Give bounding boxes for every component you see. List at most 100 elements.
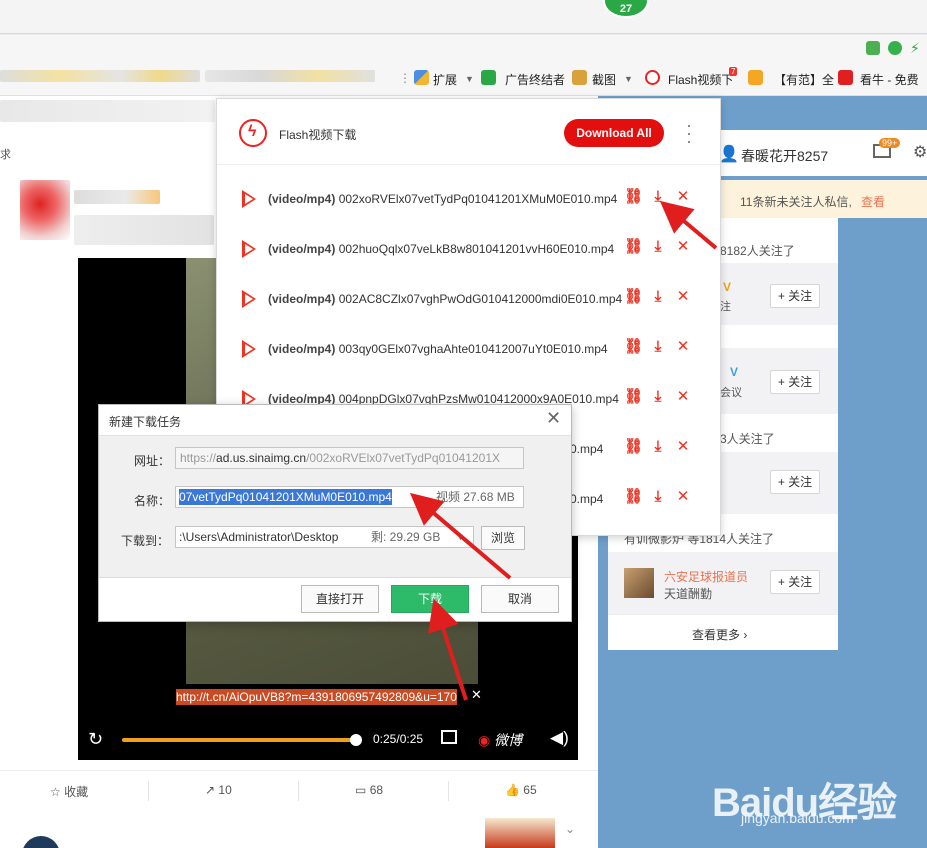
video-url-link[interactable]: http://t.cn/AiOpuVB8?m=4391806957492809&… [176, 689, 457, 705]
screen-icon[interactable] [866, 41, 880, 55]
download-button[interactable]: 下载 [391, 585, 469, 613]
play-icon[interactable] [242, 240, 256, 258]
progress-bar[interactable] [122, 738, 356, 742]
comment-button[interactable]: ▭ 68 [355, 783, 383, 797]
flash-logo-icon: ϟ [239, 119, 267, 147]
close-icon[interactable]: ✕ [674, 188, 692, 206]
follow-button[interactable]: + 关注 [770, 284, 820, 308]
chevron-down-icon[interactable]: ⌄ [565, 822, 575, 836]
comment-count: 68 [369, 783, 384, 797]
cancel-button[interactable]: 取消 [481, 585, 559, 613]
follow-line: 3人关注了 [720, 432, 775, 446]
close-icon[interactable]: ✕ [674, 388, 692, 406]
repost-button[interactable]: ↗ 10 [205, 783, 232, 797]
bookmark-screenshot[interactable]: 截图 [592, 71, 616, 88]
close-icon[interactable]: ✕ [546, 408, 561, 429]
extensions-icon [414, 70, 429, 85]
video-type: (video/mp4) [268, 192, 336, 206]
url-prefix: https:// [180, 451, 217, 465]
chevron-down-icon[interactable]: ▼ [465, 74, 474, 84]
link-icon[interactable]: ⛓ [624, 338, 643, 356]
browser-tab-strip [0, 0, 927, 34]
link-icon[interactable]: ⛓ [624, 438, 643, 456]
follow-button[interactable]: + 关注 [770, 470, 820, 494]
recommend-desc: 会议 [720, 387, 742, 399]
video-controls: ↻ 0:25/0:25 ◉ 微博 ◀) [78, 720, 578, 760]
notice-link[interactable]: 查看 [861, 193, 885, 210]
more-options-icon[interactable]: · · · [686, 116, 692, 150]
path-label: 下载到： [121, 534, 170, 548]
link-icon[interactable]: ⛓ [624, 488, 643, 506]
close-icon[interactable]: ✕ [674, 488, 692, 506]
like-button[interactable]: 👍 65 [505, 783, 537, 797]
bookmark-adblock[interactable]: 广告终结者 [505, 71, 565, 88]
download-icon[interactable]: ⤓ [649, 488, 667, 506]
weibo-eye-icon: ◉ [478, 732, 491, 748]
close-icon[interactable]: ✕ [674, 438, 692, 456]
lightning-icon: ϟ [248, 123, 257, 140]
see-more-link[interactable]: 查看更多 › [692, 626, 747, 643]
close-icon[interactable]: ✕ [674, 238, 692, 256]
new-download-dialog: 新建下载任务 ✕ 网址： https://ad.us.sinaimg.cn/00… [98, 404, 572, 622]
close-icon[interactable]: ✕ [674, 288, 692, 306]
link-icon[interactable]: ⛓ [624, 288, 643, 306]
browse-button[interactable]: 浏览 [481, 526, 525, 550]
filename-field[interactable]: 07vetTydPq01041201XMuM0E010.mp4 视频 27.68… [175, 486, 524, 508]
download-icon[interactable]: ⤓ [649, 388, 667, 406]
url-field[interactable]: https://ad.us.sinaimg.cn/002xoRVElx07vet… [175, 447, 524, 469]
download-icon[interactable]: ⤓ [649, 188, 667, 206]
search-fragment[interactable]: 求 [0, 146, 11, 162]
follow-button[interactable]: + 关注 [770, 570, 820, 594]
next-post-avatar[interactable] [22, 836, 60, 848]
follow-button[interactable]: + 关注 [770, 370, 820, 394]
play-icon[interactable] [242, 190, 256, 208]
chevron-down-icon[interactable]: ▼ [456, 527, 465, 547]
video-filename: (video/mp4) 002xoRVElx07vetTydPq01041201… [268, 192, 617, 206]
lightning-icon[interactable]: ⚡ [910, 41, 924, 55]
feed-actions: ☆ 收藏 ↗ 10 ▭ 68 👍 65 [0, 770, 598, 808]
link-icon[interactable]: ⛓ [624, 388, 643, 406]
progress-knob[interactable] [350, 734, 362, 746]
download-icon[interactable]: ⤓ [649, 238, 667, 256]
blurred-bookmarks-2 [205, 70, 375, 82]
green-gear-icon[interactable] [888, 41, 902, 55]
thumb-up-icon: 👍 [505, 783, 520, 797]
like-count: 65 [523, 783, 537, 797]
download-icon[interactable]: ⤓ [649, 288, 667, 306]
fullscreen-icon[interactable] [441, 730, 457, 744]
favorite-button[interactable]: ☆ 收藏 [50, 783, 88, 800]
recommend-name[interactable]: 六安足球报道员 [664, 568, 748, 585]
close-icon[interactable]: ✕ [674, 338, 692, 356]
decor-image [485, 818, 555, 848]
video-type: (video/mp4) [268, 342, 336, 356]
close-icon[interactable]: ✕ [471, 687, 482, 703]
bookmark-extensions[interactable]: 扩展 [433, 71, 457, 88]
path-field[interactable]: :\Users\Administrator\Desktop 剩: 29.29 G… [175, 526, 474, 548]
repost-count: 10 [218, 783, 232, 797]
user-avatar[interactable] [20, 180, 70, 240]
bookmark-youfan[interactable]: 【有范】全 [774, 71, 834, 88]
download-all-button[interactable]: Download All [564, 119, 664, 147]
screenshot-icon [572, 70, 587, 85]
video-row: (video/mp4) 003qy0GElx07vghaAhte01041200… [217, 323, 720, 373]
user-name[interactable]: 春暖花开8257 [741, 146, 828, 166]
video-type: (video/mp4) [268, 292, 336, 306]
favorite-label: 收藏 [64, 785, 89, 799]
link-icon[interactable]: ⛓ [624, 238, 643, 256]
play-icon[interactable] [242, 340, 256, 358]
replay-icon[interactable]: ↻ [88, 729, 103, 750]
open-directly-button[interactable]: 直接打开 [301, 585, 379, 613]
volume-icon[interactable]: ◀) [550, 728, 569, 748]
play-icon[interactable] [242, 290, 256, 308]
recommend-avatar[interactable] [624, 568, 654, 598]
gear-icon[interactable]: ⚙ [913, 142, 927, 162]
free-space: 剩: 29.29 GB [371, 530, 441, 544]
video-name: 003qy0GElx07vghaAhte010412007uYt0E010.mp… [338, 342, 608, 356]
bookmark-flash[interactable]: Flash视频下 [668, 71, 733, 88]
bookmark-kanniu[interactable]: 看牛 - 免费 [860, 71, 919, 88]
chevron-down-icon[interactable]: ▼ [624, 74, 633, 84]
download-icon[interactable]: ⤓ [649, 338, 667, 356]
private-message-notice: 11条新未关注人私信, 查看 [718, 180, 927, 218]
download-icon[interactable]: ⤓ [649, 438, 667, 456]
link-icon[interactable]: ⛓ [624, 188, 643, 206]
